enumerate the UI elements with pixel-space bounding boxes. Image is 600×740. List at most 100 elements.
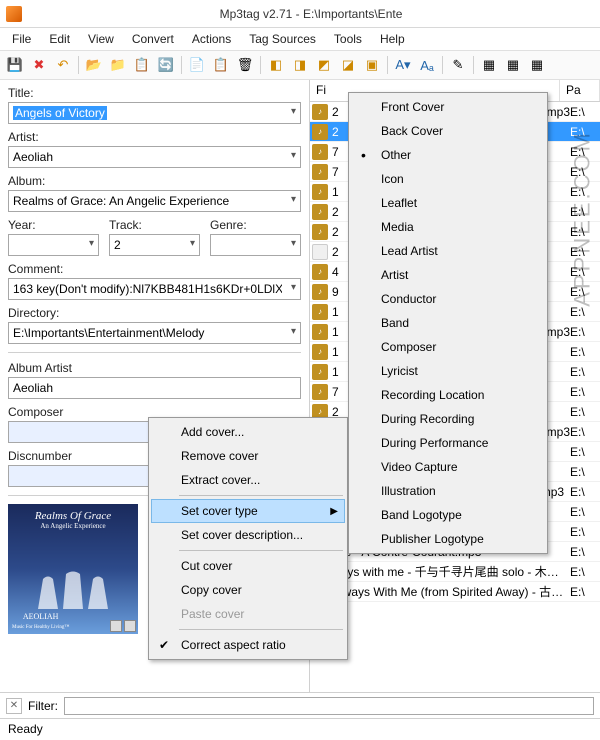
track-input[interactable]: 2 [109,234,200,256]
filter-input[interactable] [64,697,594,715]
cm-type-during-recording[interactable]: During Recording [351,407,545,431]
cm-aspect-ratio[interactable]: ✔Correct aspect ratio [151,633,345,657]
album-label: Album: [8,174,301,188]
tool3-icon[interactable]: ◩ [313,54,335,76]
delete-icon[interactable]: ✖ [28,54,50,76]
cover-title: Realms Of Grace [8,510,138,522]
tool1-icon[interactable]: ◧ [265,54,287,76]
menu-file[interactable]: File [4,30,39,48]
file-type-icon: ♪ [312,284,328,300]
menu-edit[interactable]: Edit [41,30,78,48]
genre-input[interactable] [210,234,301,256]
file-path: E:\ [570,405,600,419]
cm-type-band-logotype[interactable]: Band Logotype [351,503,545,527]
cover-check-1[interactable] [110,620,122,632]
cm-add-cover[interactable]: Add cover... [151,420,345,444]
win1-icon[interactable]: ▦ [478,54,500,76]
win3-icon[interactable]: ▦ [526,54,548,76]
folder-add-icon[interactable]: 📁 [107,54,129,76]
cm-type-recording-location[interactable]: Recording Location [351,383,545,407]
year-input[interactable] [8,234,99,256]
menu-help[interactable]: Help [372,30,413,48]
cover-subtitle: An Angelic Experience [8,522,138,530]
artist-input[interactable]: Aeoliah [8,146,301,168]
bullet-icon: • [361,147,366,163]
refresh-icon[interactable]: 🔄 [155,54,177,76]
directory-label: Directory: [8,306,301,320]
cover-art-preview[interactable]: Realms Of Grace An Angelic Experience AE… [8,504,138,634]
cm-type-icon[interactable]: Icon [351,167,545,191]
cm-type-lead-artist[interactable]: Lead Artist [351,239,545,263]
file-path: E:\ [570,465,600,479]
artist-label: Artist: [8,130,301,144]
file-name: ways with me - 千与千寻片尾曲 solo - 木… [332,563,570,580]
file-path: E:\ [570,545,600,559]
folder-open-icon[interactable]: 📂 [83,54,105,76]
menu-bar: File Edit View Convert Actions Tag Sourc… [0,28,600,50]
playlist-icon[interactable]: 📋 [131,54,153,76]
tool4-icon[interactable]: ◪ [337,54,359,76]
file-path: E:\ [570,425,600,439]
file-path: E:\ [570,165,600,179]
undo-icon[interactable]: ↶ [52,54,74,76]
cover-type-submenu: Front CoverBack Cover•OtherIconLeafletMe… [348,92,548,554]
cm-copy-cover[interactable]: Copy cover [151,578,345,602]
actions-icon[interactable]: A▾ [392,54,414,76]
cm-type-artist[interactable]: Artist [351,263,545,287]
comment-input[interactable]: 163 key(Don't modify):Nl7KBB481H1s6KDr+0… [8,278,301,300]
menu-actions[interactable]: Actions [184,30,239,48]
file-path: E:\ [570,485,600,499]
file-path: E:\ [570,285,600,299]
cover-check-2[interactable] [124,620,136,632]
cm-set-cover-type[interactable]: Set cover type▶ [151,499,345,523]
cm-type-video-capture[interactable]: Video Capture [351,455,545,479]
paste-tag-icon[interactable]: 📋 [210,54,232,76]
tool5-icon[interactable]: ▣ [361,54,383,76]
cm-type-leaflet[interactable]: Leaflet [351,191,545,215]
file-row[interactable]: ♪Always With Me (from Spirited Away) - 古… [310,582,600,602]
edit-tag-icon[interactable]: ✎ [447,54,469,76]
cm-remove-cover[interactable]: Remove cover [151,444,345,468]
cm-type-lyricist[interactable]: Lyricist [351,359,545,383]
file-path: E:\ [570,385,600,399]
clear-filter-button[interactable]: ✕ [6,698,22,714]
file-type-icon: ♪ [312,144,328,160]
cm-type-conductor[interactable]: Conductor [351,287,545,311]
cm-paste-cover: Paste cover [151,602,345,626]
album-input[interactable]: Realms of Grace: An Angelic Experience [8,190,301,212]
copy-tag-icon[interactable]: 📄 [186,54,208,76]
col-path[interactable]: Pa [560,80,600,101]
cm-type-publisher-logotype[interactable]: Publisher Logotype [351,527,545,551]
cm-set-cover-desc[interactable]: Set cover description... [151,523,345,547]
file-path: E:\ [570,505,600,519]
cm-extract-cover[interactable]: Extract cover... [151,468,345,492]
cm-type-back-cover[interactable]: Back Cover [351,119,545,143]
cm-cut-cover[interactable]: Cut cover [151,554,345,578]
menu-tools[interactable]: Tools [326,30,370,48]
toolbar: 💾 ✖ ↶ 📂 📁 📋 🔄 📄 📋 🗑 ◧ ◨ ◩ ◪ ▣ A▾ Aₐ ✎ ▦ … [0,50,600,80]
tool2-icon[interactable]: ◨ [289,54,311,76]
cm-type-illustration[interactable]: Illustration [351,479,545,503]
file-type-icon: ♪ [312,164,328,180]
save-icon[interactable]: 💾 [4,54,26,76]
win2-icon[interactable]: ▦ [502,54,524,76]
file-path: E:\ [570,325,600,339]
title-input[interactable]: Angels of Victory [8,102,301,124]
window-title: Mp3tag v2.71 - E:\Importants\Ente [22,7,600,21]
directory-input[interactable]: E:\Importants\Entertainment\Melody [8,322,301,344]
cm-type-during-performance[interactable]: During Performance [351,431,545,455]
cm-type-front-cover[interactable]: Front Cover [351,95,545,119]
cm-type-band[interactable]: Band [351,311,545,335]
menu-convert[interactable]: Convert [124,30,182,48]
menu-tag-sources[interactable]: Tag Sources [241,30,324,48]
file-type-icon: ♪ [312,304,328,320]
cm-type-media[interactable]: Media [351,215,545,239]
quick-action-icon[interactable]: Aₐ [416,54,438,76]
album-artist-input[interactable]: Aeoliah [8,377,301,399]
file-path: E:\ [570,565,600,579]
cm-type-composer[interactable]: Composer [351,335,545,359]
cm-type-other[interactable]: •Other [351,143,545,167]
remove-tag-icon[interactable]: 🗑 [234,54,256,76]
file-row[interactable]: ♪ways with me - 千与千寻片尾曲 solo - 木…E:\ [310,562,600,582]
menu-view[interactable]: View [80,30,122,48]
